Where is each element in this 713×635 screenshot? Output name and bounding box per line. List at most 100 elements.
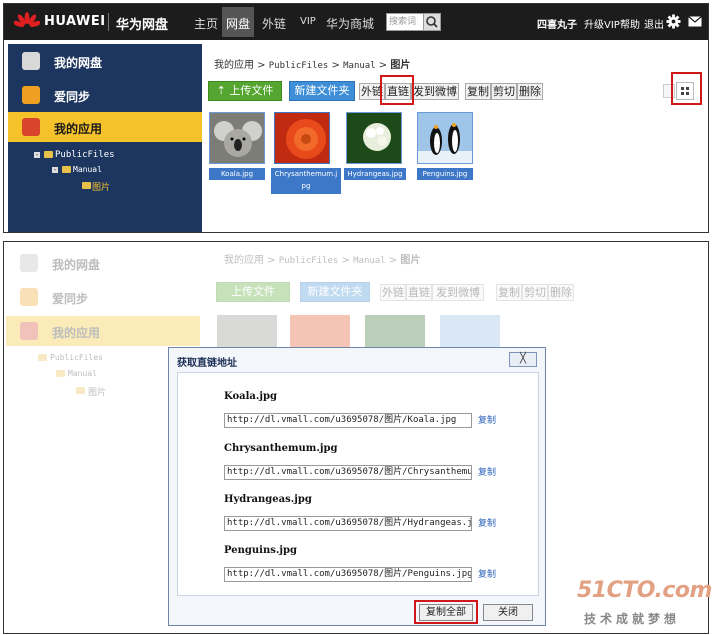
folder-icon: [62, 166, 71, 173]
sidebar-item-sync[interactable]: 爱同步: [8, 80, 202, 110]
nav-disk[interactable]: 网盘: [226, 15, 250, 32]
url-field[interactable]: http://dl.vmall.com/u3695078/图片/Koala.jp…: [224, 413, 472, 428]
username[interactable]: 四喜丸子: [537, 16, 577, 31]
dialog-close-button[interactable]: ╳: [509, 352, 537, 367]
file-label-line: pg: [301, 182, 311, 190]
url-field[interactable]: http://dl.vmall.com/u3695078/图片/Hydrange…: [224, 516, 472, 531]
search-button[interactable]: [423, 13, 441, 31]
file-name: Koala.jpg: [224, 391, 277, 402]
breadcrumb-item: 我的应用: [224, 255, 264, 266]
sidebar-item-my-apps[interactable]: 我的应用: [8, 112, 202, 142]
copy-link[interactable]: 复制: [478, 516, 496, 529]
nav-links[interactable]: 外链: [262, 15, 286, 32]
direct-link-button: 直链: [406, 284, 432, 301]
user-icon: [20, 254, 38, 272]
delete-button[interactable]: 删除: [517, 83, 543, 100]
folder-icon: [82, 182, 91, 189]
sidebar-item-label: 爱同步: [52, 292, 89, 306]
breadcrumb-item: PublicFiles: [278, 256, 339, 266]
grid-view-button[interactable]: [676, 82, 694, 100]
watermark-logo: 51CTO.com: [577, 578, 712, 603]
tree-item-publicfiles: PublicFiles: [50, 353, 103, 362]
share-weibo-button: 发到微博: [432, 284, 484, 301]
new-folder-button[interactable]: 新建文件夹: [289, 81, 355, 101]
share-weibo-button[interactable]: 发到微博: [411, 83, 459, 100]
dialog-title: 获取直链地址: [177, 358, 237, 369]
collapse-icon[interactable]: -: [52, 167, 58, 174]
nav-vip[interactable]: VIP: [300, 16, 316, 27]
file-name: Chrysanthemum.jpg: [224, 443, 338, 454]
nav-home[interactable]: 主页: [194, 15, 218, 32]
tree-item-manual[interactable]: Manual: [73, 165, 102, 174]
file-label-line: Chrysanthemum.j: [274, 170, 338, 178]
cut-button[interactable]: 剪切: [491, 83, 517, 100]
copy-all-button[interactable]: 复制全部: [419, 604, 473, 621]
upload-button[interactable]: ⇡ 上传文件: [208, 81, 282, 101]
sync-icon: [20, 288, 38, 306]
top-nav-bar: HUAWEI 华为网盘 主页 网盘 外链 VIP 华为商城 搜索词 四喜丸子 升…: [4, 4, 708, 40]
copy-button: 复制: [496, 284, 522, 301]
hydrangeas-image: [347, 113, 401, 163]
close-button[interactable]: 关闭: [483, 604, 533, 621]
file-thumb-penguins[interactable]: [417, 112, 473, 164]
folder-icon: [56, 370, 65, 377]
apps-icon: [20, 322, 38, 340]
search-icon: [426, 16, 438, 28]
file-label[interactable]: Penguins.jpg: [417, 168, 473, 180]
apps-icon: [22, 118, 40, 136]
url-field[interactable]: http://dl.vmall.com/u3695078/图片/Penguins…: [224, 567, 472, 582]
upgrade-vip-link[interactable]: 升级VIP: [584, 16, 620, 31]
search-input[interactable]: 搜索词: [386, 13, 424, 31]
mail-icon[interactable]: [688, 16, 702, 27]
sidebar-item-my-disk[interactable]: 我的网盘: [8, 46, 202, 76]
tree-item-publicfiles[interactable]: PublicFiles: [55, 150, 115, 160]
huawei-logo-icon: [14, 12, 40, 27]
upload-label: 上传文件: [229, 84, 274, 97]
brand-name-cn: 华为网盘: [116, 18, 169, 33]
copy-button[interactable]: 复制: [465, 83, 491, 100]
new-folder-button: 新建文件夹: [300, 282, 370, 302]
copy-link[interactable]: 复制: [478, 413, 496, 426]
file-thumb-hydrangeas[interactable]: [346, 112, 402, 164]
file-name: Hydrangeas.jpg: [224, 494, 312, 505]
logout-link[interactable]: 退出: [644, 16, 664, 31]
nav-mall[interactable]: 华为商城: [326, 15, 374, 32]
direct-link-dialog: 获取直链地址 ╳ Koala.jpg http://dl.vmall.com/u…: [168, 347, 546, 626]
dialog-body: Koala.jpg http://dl.vmall.com/u3695078/图…: [177, 372, 539, 596]
file-label[interactable]: Koala.jpg: [209, 168, 265, 180]
copy-link[interactable]: 复制: [478, 465, 496, 478]
sidebar-item-sync: 爱同步: [6, 282, 200, 312]
file-thumb-chrysanthemum[interactable]: [274, 112, 330, 164]
sidebar-item-my-disk: 我的网盘: [6, 248, 200, 278]
breadcrumb-current: 图片: [390, 60, 411, 71]
file-name: Penguins.jpg: [224, 545, 297, 556]
breadcrumb-item[interactable]: Manual: [343, 61, 376, 71]
file-thumb-koala[interactable]: [209, 112, 265, 164]
cut-button: 剪切: [522, 284, 548, 301]
collapse-icon[interactable]: -: [34, 152, 40, 159]
breadcrumb-current: 图片: [400, 255, 421, 266]
upload-button: 上传文件: [216, 282, 290, 302]
tree-item-pictures[interactable]: 图片: [92, 180, 110, 193]
breadcrumb-item[interactable]: PublicFiles: [269, 61, 329, 71]
delete-button: 删除: [548, 284, 574, 301]
grid-icon: [681, 87, 689, 95]
url-field[interactable]: http://dl.vmall.com/u3695078/图片/Chrysant…: [224, 465, 472, 480]
sidebar-item-label: 我的网盘: [52, 258, 101, 272]
close-icon: ╳: [519, 353, 527, 364]
folder-icon: [44, 151, 53, 158]
tree-item-manual: Manual: [68, 369, 97, 378]
chrysanthemum-image: [275, 113, 329, 163]
file-label[interactable]: Hydrangeas.jpg: [344, 168, 406, 180]
sync-icon: [22, 86, 40, 104]
copy-link[interactable]: 复制: [478, 567, 496, 580]
help-link[interactable]: 帮助: [620, 16, 640, 31]
file-label-selected[interactable]: Chrysanthemum.j pg: [271, 168, 341, 194]
gear-icon[interactable]: [666, 14, 681, 29]
sidebar-item-my-apps: 我的应用: [6, 316, 200, 346]
watermark-slogan: 技术成就梦想: [584, 612, 681, 626]
sidebar-item-label: 我的应用: [54, 122, 103, 136]
breadcrumb-item[interactable]: 我的应用: [214, 60, 254, 71]
brand-divider: [108, 13, 109, 31]
breadcrumb: 我的应用 > PublicFiles > Manual > 图片: [214, 60, 411, 71]
